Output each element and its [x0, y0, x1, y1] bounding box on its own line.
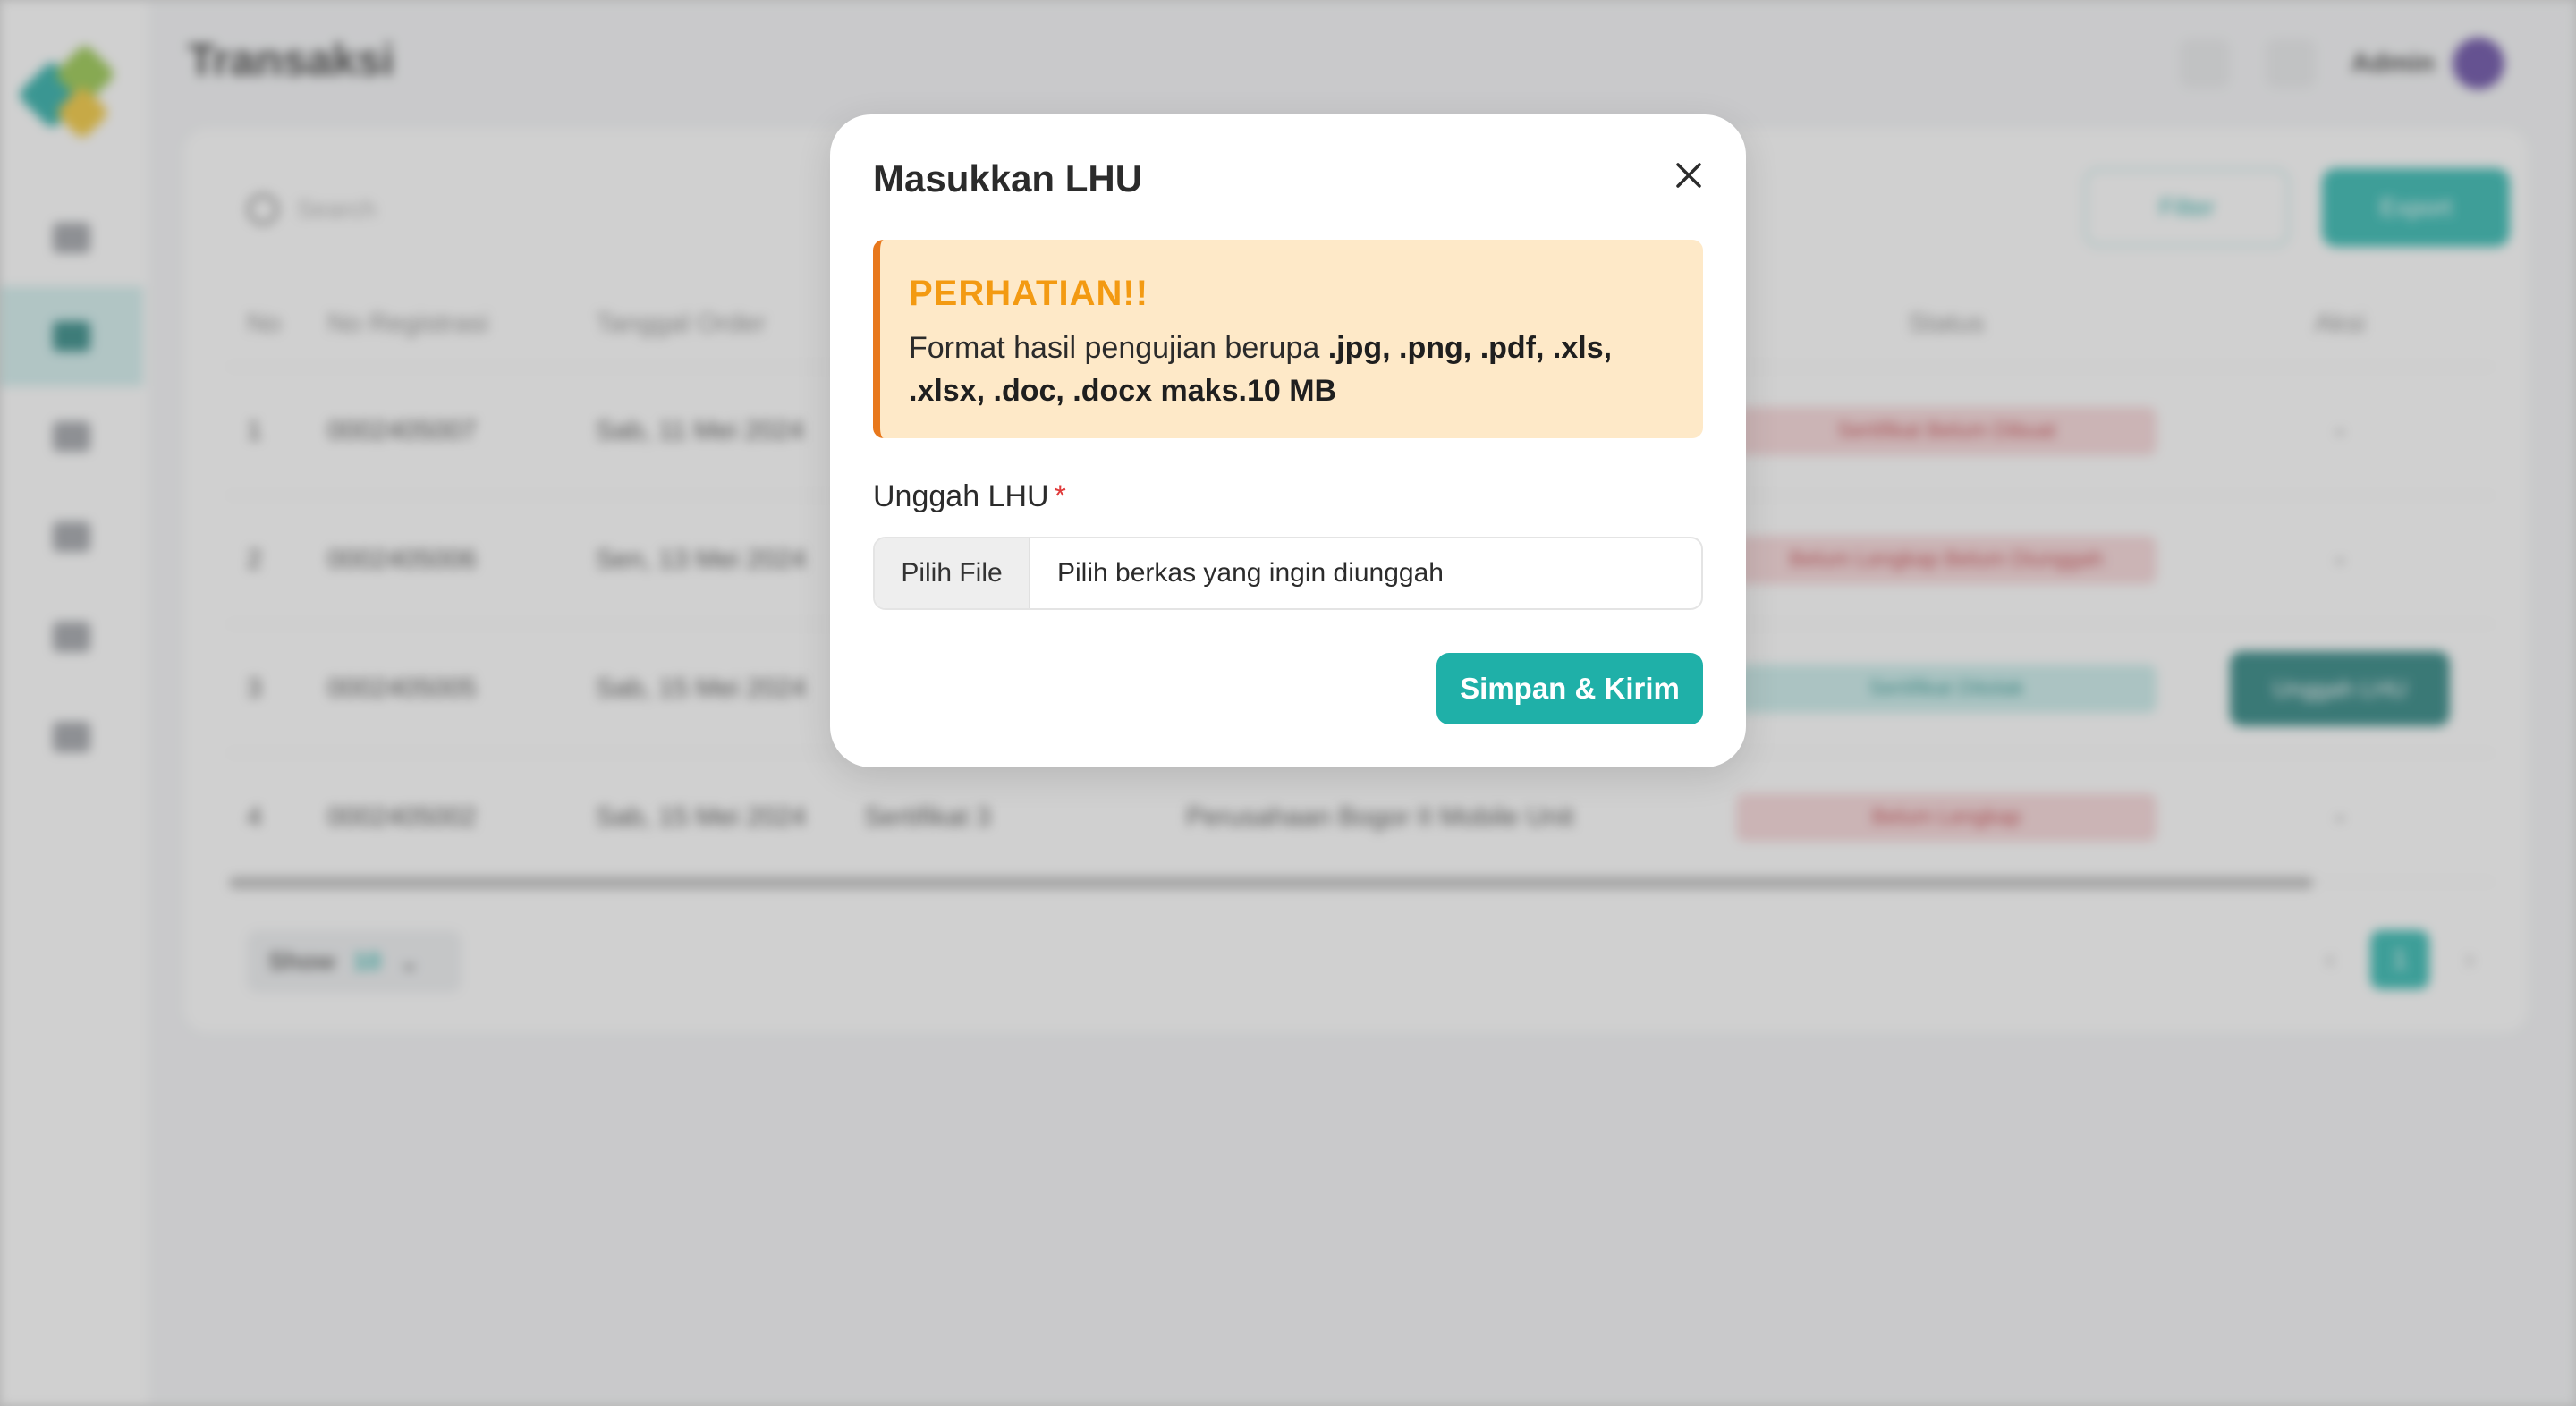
upload-field-label: Unggah LHU * [873, 479, 1066, 514]
file-placeholder[interactable]: Pilih berkas yang ingin diunggah [1030, 538, 1701, 608]
close-icon [1676, 163, 1701, 188]
choose-file-button[interactable]: Pilih File [875, 538, 1030, 608]
upload-lhu-modal: Masukkan LHU PERHATIAN!! Format hasil pe… [830, 114, 1746, 767]
modal-title: Masukkan LHU [873, 157, 1143, 199]
required-mark: * [1054, 479, 1066, 513]
warning-alert: PERHATIAN!! Format hasil pengujian berup… [873, 240, 1703, 438]
save-and-send-button[interactable]: Simpan & Kirim [1436, 653, 1703, 724]
close-button[interactable] [1664, 150, 1714, 200]
alert-text-prefix: Format hasil pengujian berupa [909, 331, 1328, 365]
alert-text: Format hasil pengujian berupa .jpg, .png… [909, 326, 1674, 412]
file-input[interactable]: Pilih File Pilih berkas yang ingin diung… [873, 537, 1703, 610]
alert-title: PERHATIAN!! [909, 274, 1149, 313]
upload-label-text: Unggah LHU [873, 479, 1049, 513]
